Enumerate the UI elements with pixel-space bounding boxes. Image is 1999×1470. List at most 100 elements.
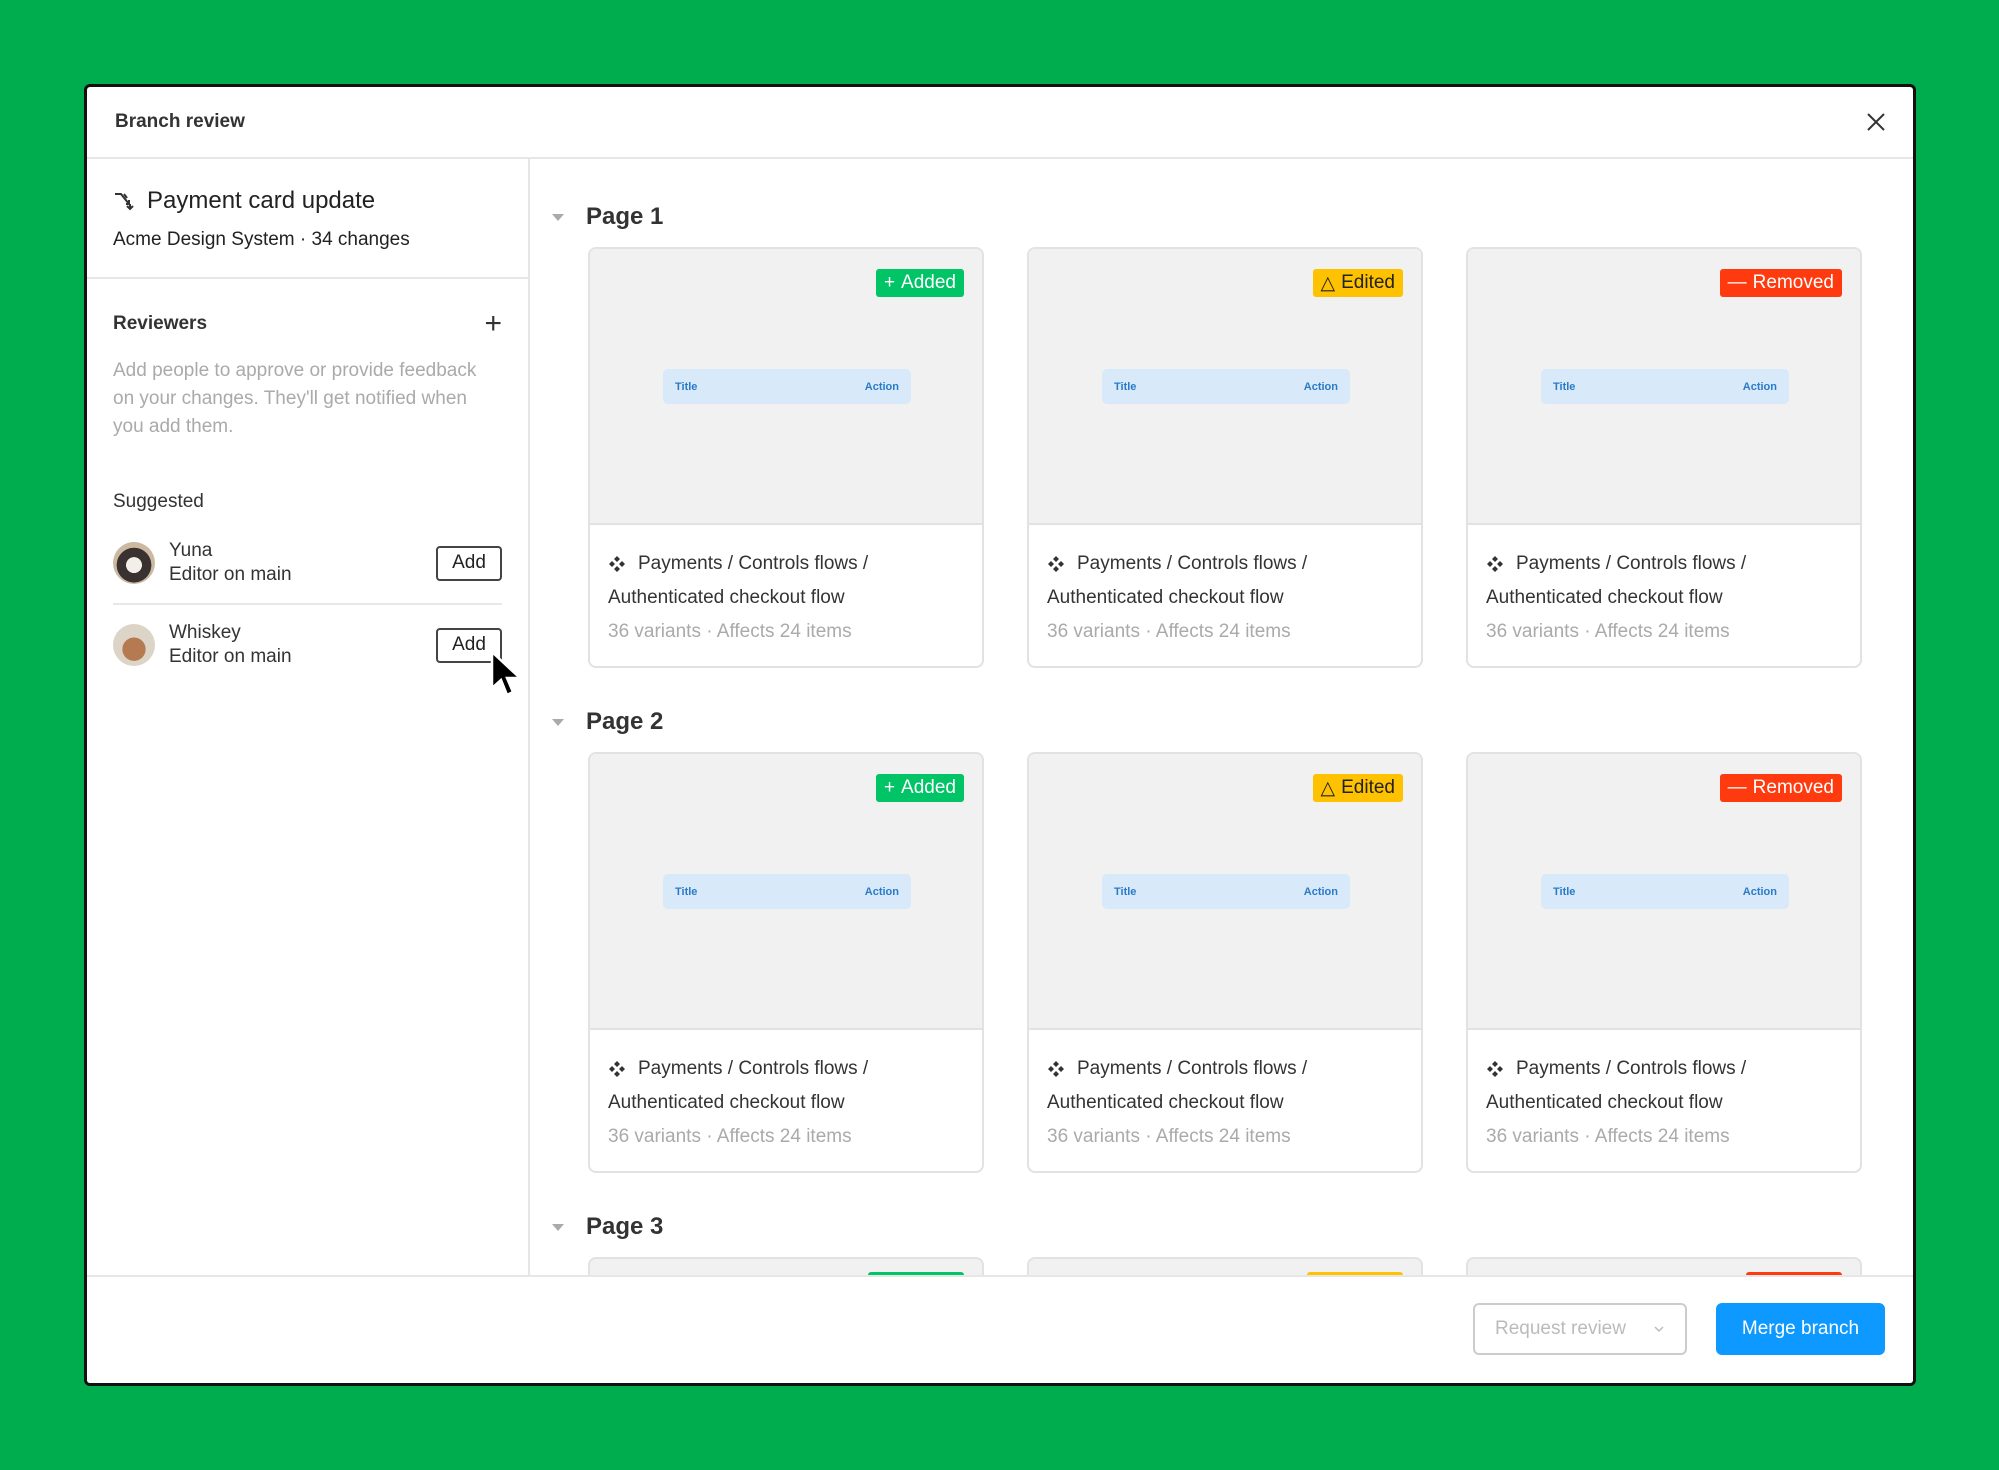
component-path: Payments / Controls flows / (1077, 1058, 1308, 1079)
component-icon (1048, 556, 1064, 572)
page-title: Page 2 (586, 708, 664, 735)
preview-title: Title (1553, 885, 1576, 898)
edited-icon: △ (1320, 777, 1336, 799)
component-meta: 36 variants · Affects 24 items (1486, 1126, 1730, 1147)
status-badge-removed: — Removed (1719, 774, 1842, 802)
avatar (113, 542, 155, 584)
component-meta: 36 variants · Affects 24 items (608, 1126, 852, 1147)
component-name: Authenticated checkout flow (608, 587, 845, 608)
status-badge-added: + Added (875, 774, 964, 802)
reviewers-description: Add people to approve or provide feedbac… (113, 360, 477, 437)
reviewers-section: Reviewers + Add people to approve or pro… (87, 279, 528, 715)
component-path: Payments / Controls flows / (1516, 553, 1747, 574)
component-meta: 36 variants · Affects 24 items (608, 621, 852, 642)
preview-action: Action (1742, 885, 1777, 898)
branch-review-dialog: Branch review Payment card update Acme D… (84, 84, 1916, 1386)
added-icon: + (883, 272, 896, 293)
branch-name: Payment card update (147, 187, 376, 214)
preview-action: Action (864, 380, 899, 393)
collapse-caret-icon[interactable] (552, 213, 564, 221)
collapse-caret-icon[interactable] (552, 718, 564, 726)
add-reviewer-plus-icon[interactable]: + (484, 309, 502, 339)
change-card[interactable]: + Added Title Action Payments / Controls flo… (588, 247, 984, 668)
component-meta: 36 variants · Affects 24 items (1486, 621, 1730, 642)
component-icon (1048, 1061, 1064, 1077)
add-reviewer-button[interactable]: Add (436, 545, 502, 581)
component-path: Payments / Controls flows / (638, 1058, 869, 1079)
preview-component: Title Action (1102, 369, 1350, 404)
preview-title: Title (1114, 885, 1137, 898)
badge-label: Added (901, 272, 956, 293)
component-preview: — Removed Title Action (1468, 754, 1860, 1030)
component-preview: — Removed Title Action (1468, 249, 1860, 525)
change-card[interactable]: — Removed Title Action Payments / Controls f… (1466, 247, 1862, 668)
reviewer-name: Yuna (169, 540, 213, 561)
preview-title: Title (675, 885, 698, 898)
close-icon[interactable] (1861, 107, 1891, 137)
component-path: Payments / Controls flows / (1516, 1058, 1747, 1079)
dialog-title: Branch review (115, 111, 245, 132)
preview-action: Action (1303, 380, 1338, 393)
component-path: Payments / Controls flows / (1077, 553, 1308, 574)
removed-icon: — (1727, 777, 1747, 798)
component-meta: 36 variants · Affects 24 items (1047, 1126, 1291, 1147)
change-card[interactable]: △ Edited Title Action Payments / Controls fl… (1027, 752, 1423, 1173)
suggested-label: Suggested (113, 491, 204, 512)
removed-icon: — (1727, 272, 1747, 293)
preview-component: Title Action (1102, 874, 1350, 909)
change-card[interactable] (588, 1257, 984, 1275)
component-name: Authenticated checkout flow (1047, 1092, 1284, 1113)
reviewer-role: Editor on main (169, 646, 292, 667)
edited-icon: △ (1320, 272, 1336, 294)
reviewers-heading: Reviewers (113, 313, 208, 334)
preview-title: Title (675, 380, 698, 393)
badge-label: Edited (1341, 272, 1395, 293)
suggested-reviewer: Whiskey Editor on main Add (113, 603, 502, 685)
preview-title: Title (1114, 380, 1137, 393)
preview-action: Action (1303, 885, 1338, 898)
page-title: Page 1 (586, 203, 664, 230)
page-section: Page 1 + Added Title Action Payments / Contr… (530, 197, 1862, 668)
reviewer-role: Editor on main (169, 564, 292, 585)
change-card[interactable]: + Added Title Action Payments / Controls flo… (588, 752, 984, 1173)
dialog-header: Branch review (87, 87, 1913, 159)
page-section: Page 3 (530, 1207, 1862, 1275)
change-card[interactable] (1027, 1257, 1423, 1275)
changes-list[interactable]: Page 1 + Added Title Action Payments / Contr… (530, 159, 1913, 1275)
component-icon (609, 1061, 625, 1077)
component-icon (1487, 1061, 1503, 1077)
status-badge-added: + Added (875, 269, 964, 297)
component-preview: + Added Title Action (590, 754, 982, 1030)
request-review-dropdown[interactable]: Request review (1473, 1303, 1687, 1355)
suggested-reviewer: Yuna Editor on main Add (113, 523, 502, 603)
add-reviewer-button[interactable]: Add (436, 627, 502, 663)
status-badge-edited: △ Edited (1312, 269, 1403, 297)
branch-icon (115, 193, 134, 211)
component-preview: △ Edited Title Action (1029, 754, 1421, 1030)
component-icon (1487, 556, 1503, 572)
merge-branch-button[interactable]: Merge branch (1716, 1303, 1885, 1355)
page-title: Page 3 (586, 1213, 664, 1240)
page-section: Page 2 + Added Title Action Payments / Contr… (530, 702, 1862, 1173)
preview-action: Action (1742, 380, 1777, 393)
avatar (113, 624, 155, 666)
change-card[interactable]: — Removed Title Action Payments / Controls f… (1466, 752, 1862, 1173)
preview-component: Title Action (1541, 874, 1789, 909)
component-meta: 36 variants · Affects 24 items (1047, 621, 1291, 642)
sidebar: Payment card update Acme Design System ·… (87, 159, 530, 1275)
badge-label: Edited (1341, 777, 1395, 798)
reviewer-name: Whiskey (169, 622, 241, 643)
dialog-footer: Request review Merge branch (87, 1275, 1913, 1383)
component-icon (609, 556, 625, 572)
component-preview: + Added Title Action (590, 249, 982, 525)
change-card[interactable] (1466, 1257, 1862, 1275)
collapse-caret-icon[interactable] (552, 1223, 564, 1231)
component-name: Authenticated checkout flow (1047, 587, 1284, 608)
preview-component: Title Action (663, 369, 911, 404)
preview-component: Title Action (663, 874, 911, 909)
badge-label: Added (901, 777, 956, 798)
added-icon: + (883, 777, 896, 798)
change-card[interactable]: △ Edited Title Action Payments / Controls fl… (1027, 247, 1423, 668)
component-path: Payments / Controls flows / (638, 553, 869, 574)
badge-label: Removed (1752, 272, 1834, 293)
